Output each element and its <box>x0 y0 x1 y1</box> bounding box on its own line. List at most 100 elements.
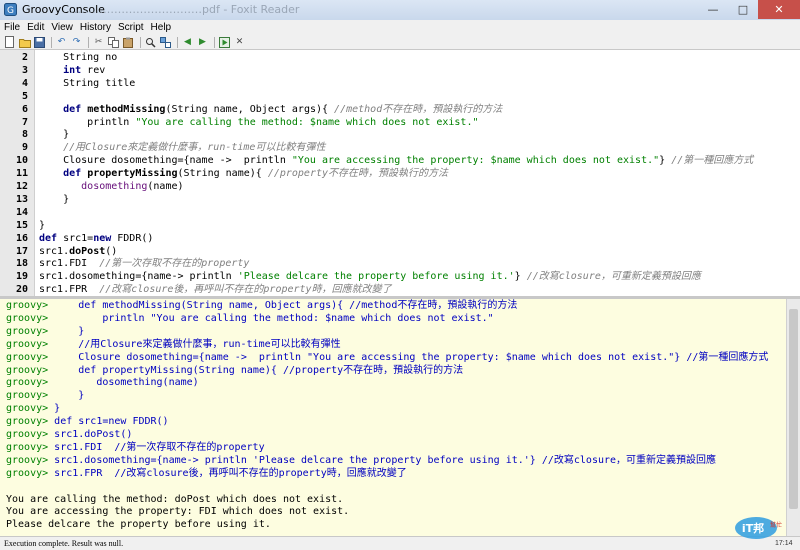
output-echo-line: groovy> def src1=new FDDR() <box>6 415 169 428</box>
echo-code: } <box>48 403 61 415</box>
save-icon[interactable] <box>33 36 46 48</box>
code-text: dosomething(name) <box>81 181 184 192</box>
menu-help[interactable]: Help <box>147 22 175 33</box>
groovy-prompt: groovy> <box>6 351 49 363</box>
code-line: 9 //用Closure來定義做什麼事，run-time可以比較有彈性 <box>0 141 800 154</box>
find-icon[interactable] <box>144 36 157 48</box>
code-text: } <box>39 219 46 231</box>
line-number: 19 <box>15 271 28 283</box>
title-bar: G GroovyConsole ………………………………pdf - Foxit … <box>0 0 800 21</box>
code-text: println "You are calling the method: $na… <box>39 116 479 128</box>
groovy-prompt: groovy> <box>6 467 49 479</box>
code-line: 20 src1.FPR //改寫closure後，再呼叫不存在的property時… <box>0 283 800 296</box>
menu-script[interactable]: Script <box>114 22 147 33</box>
interrupt-icon[interactable]: ✕ <box>233 36 246 48</box>
output-echo-line: groovy> } <box>6 389 84 402</box>
toolbar-separator <box>51 36 52 48</box>
toolbar: ↶ ↷ ✂ ◀ ▶ ✕ <box>0 35 800 50</box>
output-echo-line: groovy> src1.FDI //第一次存取不存在的property <box>6 441 265 454</box>
menu-edit[interactable]: Edit <box>23 22 47 33</box>
groovy-prompt: groovy> <box>6 338 49 350</box>
code-line: 4 String title <box>0 77 800 90</box>
script-editor[interactable]: 2 String no 3 int rev 4 String title 5 6 def… <box>0 50 800 296</box>
code-text: src1.dosomething={name-> println 'Please… <box>39 271 701 283</box>
echo-code: def methodMissing(String name, Object ar… <box>48 300 518 311</box>
echo-code: src1.doPost() <box>48 429 133 440</box>
output-result-line: Please delcare the property before using… <box>6 519 271 531</box>
echo-code: src1.FPR //改寫closure後，再呼叫不存在的property時，回… <box>48 467 407 479</box>
groovy-prompt: groovy> <box>6 416 49 428</box>
line-number: 17 <box>15 245 28 257</box>
groovy-prompt: groovy> <box>6 312 49 324</box>
menu-file[interactable]: File <box>0 22 23 33</box>
line-number: 14 <box>15 206 28 218</box>
code-line: 11 def propertyMissing(String name){ //p… <box>0 167 800 180</box>
line-number: 6 <box>21 103 28 115</box>
cut-icon[interactable]: ✂ <box>92 36 105 48</box>
output-echo-line: groovy> } <box>6 402 60 415</box>
output-echo-line: groovy> } <box>6 325 84 338</box>
echo-code: dosomething(name) <box>48 377 199 389</box>
echo-code: src1.FDI //第一次存取不存在的property <box>48 441 265 453</box>
code-line: 6 def methodMissing(String name, Object … <box>0 103 800 116</box>
run-script-icon[interactable] <box>218 36 231 48</box>
output-echo-line: groovy> src1.doPost() <box>6 428 132 441</box>
output-echo-line: groovy> dosomething(name) <box>6 376 199 389</box>
code-text: } <box>39 129 70 141</box>
minimize-icon[interactable]: — <box>698 0 728 19</box>
menu-history[interactable]: History <box>76 22 114 33</box>
ithelp-logo-watermark: iT邦 幫忙 <box>735 517 782 539</box>
maximize-icon[interactable]: □ <box>728 0 758 19</box>
echo-code: } <box>48 325 85 337</box>
groovy-prompt: groovy> <box>6 441 49 453</box>
toolbar-separator <box>88 36 89 48</box>
open-file-icon[interactable] <box>18 36 31 48</box>
code-line: 8 } <box>0 128 800 141</box>
replace-icon[interactable] <box>159 36 172 48</box>
echo-code: src1.dosomething={name-> println 'Please… <box>48 454 717 466</box>
code-text: } <box>39 193 70 205</box>
groovy-prompt: groovy> <box>6 325 49 337</box>
logo-text: iT邦 <box>742 521 764 535</box>
menu-view[interactable]: View <box>47 22 76 33</box>
history-next-icon[interactable]: ▶ <box>196 36 209 48</box>
status-message: Execution complete. Result was null. <box>4 539 124 548</box>
line-number: 2 <box>21 52 28 63</box>
code-text: src1.FDI //第一次存取不存在的property <box>39 258 250 270</box>
output-scrollbar[interactable] <box>786 299 800 536</box>
history-previous-icon[interactable]: ◀ <box>181 36 194 48</box>
copy-icon[interactable] <box>107 36 120 48</box>
code-line: 12 dosomething(name) <box>0 180 800 193</box>
scrollbar-thumb[interactable] <box>789 309 798 509</box>
code-line: 3 int rev <box>0 64 800 77</box>
code-line: 16 def src1=new FDDR() <box>0 232 800 245</box>
line-number: 16 <box>15 232 28 244</box>
line-number: 5 <box>21 90 28 102</box>
close-icon[interactable]: ✕ <box>758 0 800 19</box>
code-text: Closure dosomething={name -> println "Yo… <box>39 155 754 167</box>
toolbar-separator <box>214 36 215 48</box>
code-text: String title <box>39 77 136 89</box>
groovy-prompt: groovy> <box>6 390 49 402</box>
code-text: //用Closure來定義做什麼事，run-time可以比較有彈性 <box>63 142 326 154</box>
paste-icon[interactable] <box>122 36 135 48</box>
new-file-icon[interactable] <box>3 36 16 48</box>
line-number: 10 <box>15 155 28 167</box>
echo-code: def propertyMissing(String name){ //prop… <box>48 364 464 376</box>
output-result-line: You are calling the method: doPost which… <box>6 493 344 505</box>
output-echo-line: groovy> //用Closure來定義做什麼事，run-time可以比較有彈… <box>6 338 341 351</box>
code-line: 7 println "You are calling the method: $… <box>0 116 800 129</box>
redo-icon[interactable]: ↷ <box>70 36 83 48</box>
echo-code: def src1=new FDDR() <box>48 416 169 428</box>
output-pane[interactable]: groovy> def methodMissing(String name, O… <box>0 299 786 536</box>
groovy-prompt: groovy> <box>6 300 49 311</box>
code-text: int rev <box>63 64 106 76</box>
line-number: 20 <box>15 284 28 296</box>
line-number: 11 <box>15 168 28 180</box>
line-number: 18 <box>15 258 28 270</box>
code-line: 2 String no <box>0 51 800 64</box>
line-number: 12 <box>15 181 28 192</box>
undo-icon[interactable]: ↶ <box>55 36 68 48</box>
window-controls: — □ ✕ <box>698 0 800 20</box>
output-result-line: You are accessing the property: FDI whic… <box>6 506 350 518</box>
